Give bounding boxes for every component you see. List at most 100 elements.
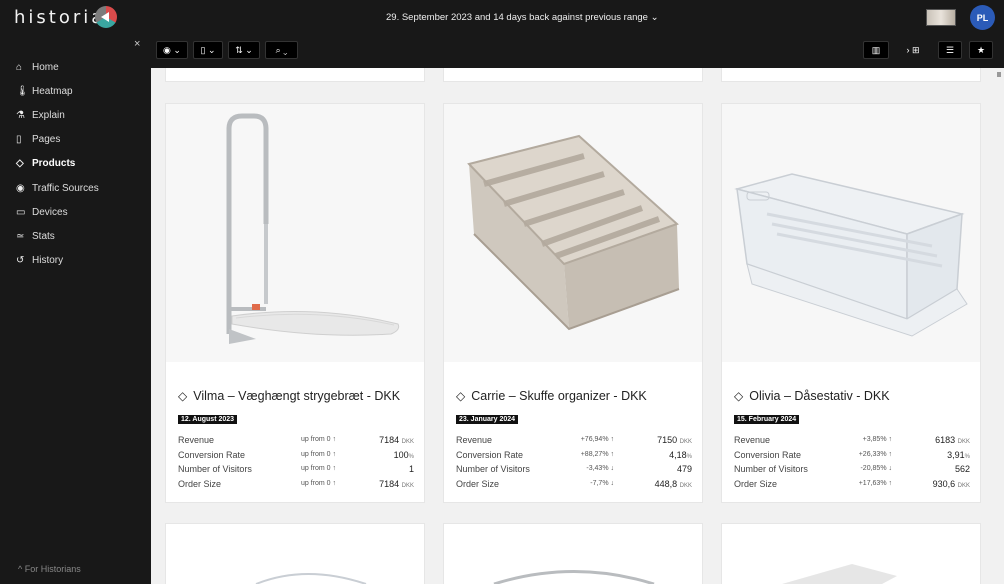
sidebar-item-label: Heatmap bbox=[32, 85, 73, 97]
metric-row: Number of Visitors -20,85% ↓ 562 bbox=[734, 464, 970, 479]
metric-number: 448,8 bbox=[654, 478, 678, 489]
metric-number: 562 bbox=[954, 464, 970, 474]
metric-change: +88,27% ↑ bbox=[580, 450, 614, 458]
chart-view-button[interactable]: ▥ bbox=[863, 41, 889, 59]
product-image-ironing-board[interactable] bbox=[166, 104, 424, 362]
metric-label: Order Size bbox=[734, 478, 778, 489]
metric-value: 448,8 DKK bbox=[655, 479, 692, 489]
sidebar-item-devices[interactable]: ▭ Devices bbox=[16, 200, 99, 224]
metric-row: Revenue +3,85% ↑ 6183 DKK bbox=[734, 435, 970, 450]
globe-filter-button[interactable]: ◉ ⌄ bbox=[156, 41, 188, 59]
product-card[interactable] bbox=[443, 523, 703, 584]
product-title[interactable]: ◇ Olivia – Dåsestativ - DKK bbox=[734, 389, 890, 403]
metric-value: 1 bbox=[409, 464, 414, 474]
product-title[interactable]: ◇ Carrie – Skuffe organizer - DKK bbox=[456, 389, 647, 403]
metric-change: +3,85% ↑ bbox=[862, 436, 892, 443]
product-thumbnail[interactable] bbox=[926, 9, 956, 26]
page-filter-button[interactable]: ▯ ⌄ bbox=[193, 41, 223, 59]
sidebar: × ⌂ Home 🌡 Heatmap ⚗ Explain ▯ Pages ◇ Produc… bbox=[0, 36, 151, 584]
product-card[interactable]: ◇ Vilma – Væghængt strygebræt - DKK 12. A… bbox=[165, 103, 425, 503]
metric-change: +76,94% ↑ bbox=[580, 436, 614, 443]
sidebar-item-traffic-sources[interactable]: ◉ Traffic Sources bbox=[16, 176, 99, 200]
for-historians-link[interactable]: ^ For Historians bbox=[18, 564, 81, 574]
flask-icon: ⚗ bbox=[16, 109, 25, 121]
sidebar-item-label: Home bbox=[32, 61, 59, 73]
sidebar-item-label: History bbox=[32, 255, 64, 267]
metric-row: Order Size +17,63% ↑ 930,6 DKK bbox=[734, 479, 970, 494]
metric-value: 930,6 DKK bbox=[933, 479, 970, 489]
scrollbar-thumb[interactable] bbox=[997, 72, 1001, 77]
metric-unit: DKK bbox=[679, 482, 692, 489]
metric-value: 100% bbox=[394, 450, 414, 460]
metric-label: Conversion Rate bbox=[178, 449, 246, 460]
product-image-drawer-organizer[interactable] bbox=[444, 104, 702, 362]
product-title[interactable]: ◇ Vilma – Væghængt strygebræt - DKK bbox=[178, 389, 400, 403]
date-badge: 15. February 2024 bbox=[734, 415, 800, 424]
avatar[interactable]: PL bbox=[970, 5, 995, 30]
toolbar: ◉ ⌄ ▯ ⌄ ⇅ ⌄ ⌕ ⌄ ▥ › ⊞ ☰ ★ bbox=[151, 36, 1004, 68]
product-image-partial bbox=[493, 570, 655, 584]
metric-unit: DKK bbox=[401, 439, 414, 445]
metric-label: Conversion Rate bbox=[456, 449, 524, 460]
metric-row: Number of Visitors -3,43% ↓ 479 bbox=[456, 464, 692, 479]
sidebar-item-pages[interactable]: ▯ Pages bbox=[16, 128, 99, 152]
home-icon: ⌂ bbox=[16, 61, 23, 73]
metric-change: -20,85% ↓ bbox=[860, 465, 892, 472]
metric-value: 7150 DKK bbox=[657, 435, 692, 445]
product-card[interactable]: ◇ Olivia – Dåsestativ - DKK 15. February … bbox=[721, 103, 981, 503]
sidebar-item-history[interactable]: ↺ History bbox=[16, 249, 99, 273]
list-view-button[interactable]: ☰ bbox=[938, 41, 962, 59]
history-icon: ↺ bbox=[16, 255, 25, 267]
metric-unit: % bbox=[964, 453, 970, 460]
date-range-selector[interactable]: 29. September 2023 and 14 days back agai… bbox=[386, 12, 659, 23]
close-sidebar-icon[interactable]: × bbox=[134, 38, 140, 50]
metric-label: Revenue bbox=[178, 435, 215, 445]
metric-unit: % bbox=[686, 453, 692, 460]
product-image-can-rack[interactable] bbox=[722, 104, 980, 362]
metric-label: Order Size bbox=[456, 478, 500, 489]
tag-icon: ◇ bbox=[178, 389, 188, 403]
sidebar-item-label: Products bbox=[32, 158, 76, 170]
stats-icon: ≃ bbox=[16, 230, 25, 242]
product-card[interactable] bbox=[721, 523, 981, 584]
sidebar-item-label: Traffic Sources bbox=[32, 182, 99, 194]
globe-icon: ◉ bbox=[16, 182, 25, 194]
metric-label: Revenue bbox=[734, 435, 771, 445]
metric-row: Revenue +76,94% ↑ 7150 DKK bbox=[456, 435, 692, 450]
product-title-text: Olivia – Dåsestativ - DKK bbox=[749, 389, 890, 403]
metric-number: 1 bbox=[408, 464, 414, 474]
product-title-text: Vilma – Væghængt strygebræt - DKK bbox=[193, 389, 401, 403]
metrics-table: Revenue up from 0 ↑ 7184 DKK Conversion Ra… bbox=[178, 435, 414, 493]
previous-card-stub bbox=[165, 68, 425, 82]
sidebar-item-products[interactable]: ◇ Products bbox=[16, 152, 99, 176]
logo-icon[interactable] bbox=[95, 6, 117, 28]
sort-filter-button[interactable]: ⇅ ⌄ bbox=[228, 41, 260, 59]
tag-icon: ◇ bbox=[734, 389, 744, 403]
metric-number: 479 bbox=[676, 464, 692, 474]
page-icon: ▯ bbox=[16, 134, 22, 146]
sidebar-item-stats[interactable]: ≃ Stats bbox=[16, 224, 99, 248]
metric-label: Number of Visitors bbox=[734, 464, 808, 474]
metric-number: 6183 bbox=[935, 435, 956, 445]
product-image-partial bbox=[782, 564, 897, 584]
favorite-button[interactable]: ★ bbox=[969, 41, 993, 59]
metric-row: Order Size -7,7% ↓ 448,8 DKK bbox=[456, 479, 692, 494]
metric-row: Revenue up from 0 ↑ 7184 DKK bbox=[178, 435, 414, 450]
metric-value: 3,91% bbox=[947, 450, 970, 460]
grid-view-button[interactable]: › ⊞ bbox=[899, 41, 927, 59]
sidebar-item-explain[interactable]: ⚗ Explain bbox=[16, 103, 99, 127]
metric-label: Conversion Rate bbox=[734, 449, 802, 460]
metric-unit: DKK bbox=[957, 482, 970, 489]
sidebar-item-home[interactable]: ⌂ Home bbox=[16, 55, 99, 79]
metric-label: Revenue bbox=[456, 435, 493, 445]
metric-value: 6183 DKK bbox=[935, 435, 970, 445]
sidebar-item-heatmap[interactable]: 🌡 Heatmap bbox=[16, 79, 99, 103]
product-card[interactable] bbox=[165, 523, 425, 584]
metric-number: 3,91 bbox=[947, 449, 965, 460]
metric-change: up from 0 ↑ bbox=[300, 436, 336, 443]
product-card[interactable]: ◇ Carrie – Skuffe organizer - DKK 23. Jan… bbox=[443, 103, 703, 503]
search-filter-button[interactable]: ⌕ ⌄ bbox=[265, 41, 298, 59]
product-title-text: Carrie – Skuffe organizer - DKK bbox=[471, 389, 647, 403]
metric-value: 7184 DKK bbox=[379, 435, 414, 445]
previous-card-stub bbox=[443, 68, 703, 82]
